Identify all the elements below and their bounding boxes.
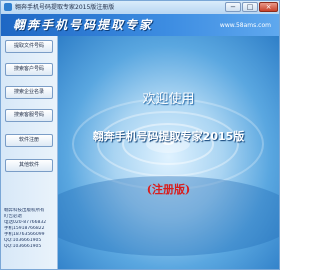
- edition-label: (注册版): [146, 183, 191, 196]
- search-customer-numbers-button[interactable]: 搜索客户号码: [5, 63, 53, 76]
- title-bar[interactable]: 翱奔手机号码提取专家2015版注册版 − □ ×: [1, 1, 279, 14]
- contact-info: 翱奔科技出版权所有 盯告必退 电话020-87766832 手机15918766…: [4, 208, 56, 250]
- sidebar: 提取文件号码 搜索客户号码 搜索企业名录 搜索客服号码 软件注册 其他软件 翱奔…: [1, 36, 58, 269]
- search-service-numbers-button[interactable]: 搜索客服号码: [5, 109, 53, 122]
- window-title: 翱奔手机号码提取专家2015版注册版: [15, 4, 115, 11]
- other-software-button[interactable]: 其他软件: [5, 159, 53, 172]
- product-title: 翱奔手机号码提取专家2015版: [92, 130, 245, 143]
- welcome-panel: 欢迎使用 翱奔手机号码提取专家2015版 (注册版): [58, 36, 279, 269]
- maximize-button[interactable]: □: [242, 2, 258, 12]
- application-window: 翱奔手机号码提取专家2015版注册版 − □ × 翱奔手机号码提取专家 www.…: [0, 0, 280, 270]
- header-banner: 翱奔手机号码提取专家 www.58ams.com: [1, 14, 279, 36]
- contact-line: QQ:1036661905: [4, 244, 42, 249]
- welcome-text: 欢迎使用: [142, 92, 195, 107]
- search-company-directory-button[interactable]: 搜索企业名录: [5, 86, 53, 99]
- extract-file-numbers-button[interactable]: 提取文件号码: [5, 40, 53, 53]
- banner-url: www.58ams.com: [219, 22, 271, 29]
- water-ripple-image: [58, 98, 279, 256]
- software-register-button[interactable]: 软件注册: [5, 134, 53, 147]
- app-icon: [4, 3, 12, 11]
- close-button[interactable]: ×: [259, 2, 278, 12]
- banner-title: 翱奔手机号码提取专家: [13, 18, 154, 32]
- minimize-button[interactable]: −: [225, 2, 241, 12]
